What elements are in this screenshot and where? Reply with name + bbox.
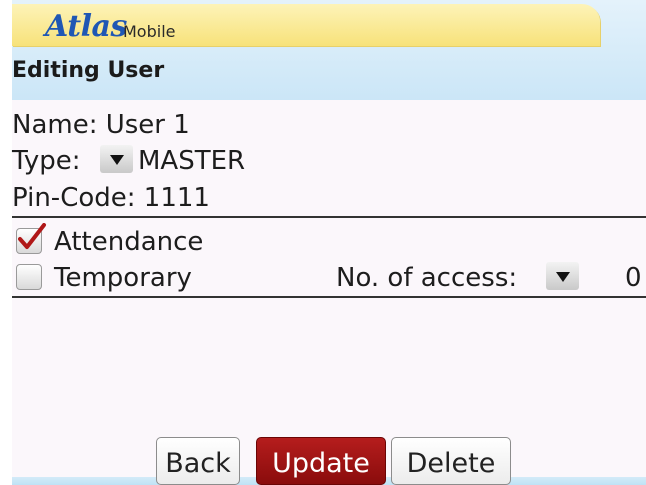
- divider-bottom: [12, 296, 646, 298]
- type-label: Type:: [12, 146, 81, 176]
- pin-value: 1111: [143, 183, 210, 213]
- logo-brand: Atlas: [45, 9, 127, 44]
- page-title: Editing User: [12, 58, 165, 83]
- temporary-label[interactable]: Temporary: [54, 265, 192, 291]
- checkmark-icon: [18, 223, 46, 249]
- editing-user-screen: Atlas Mobile Editing User Name: User 1 T…: [0, 0, 646, 485]
- access-dropdown-button[interactable]: [546, 262, 579, 290]
- temporary-checkbox[interactable]: [16, 264, 42, 290]
- name-row: Name: User 1: [12, 112, 190, 138]
- access-label: No. of access:: [336, 263, 518, 293]
- access-value[interactable]: 0: [625, 265, 642, 291]
- logo-suffix: Mobile: [123, 22, 176, 41]
- back-button[interactable]: Back: [156, 437, 240, 485]
- type-value[interactable]: MASTER: [138, 148, 245, 174]
- left-margin: [0, 0, 12, 485]
- pin-label: Pin-Code:: [12, 183, 136, 213]
- type-dropdown-button[interactable]: [100, 145, 133, 173]
- name-label: Name:: [12, 110, 98, 140]
- attendance-checkbox[interactable]: [16, 223, 46, 254]
- pin-row: Pin-Code: 1111: [12, 185, 210, 211]
- delete-button[interactable]: Delete: [391, 437, 511, 485]
- update-button[interactable]: Update: [256, 437, 386, 485]
- attendance-label[interactable]: Attendance: [54, 229, 203, 255]
- divider-top: [12, 216, 646, 218]
- name-value: User 1: [105, 110, 190, 140]
